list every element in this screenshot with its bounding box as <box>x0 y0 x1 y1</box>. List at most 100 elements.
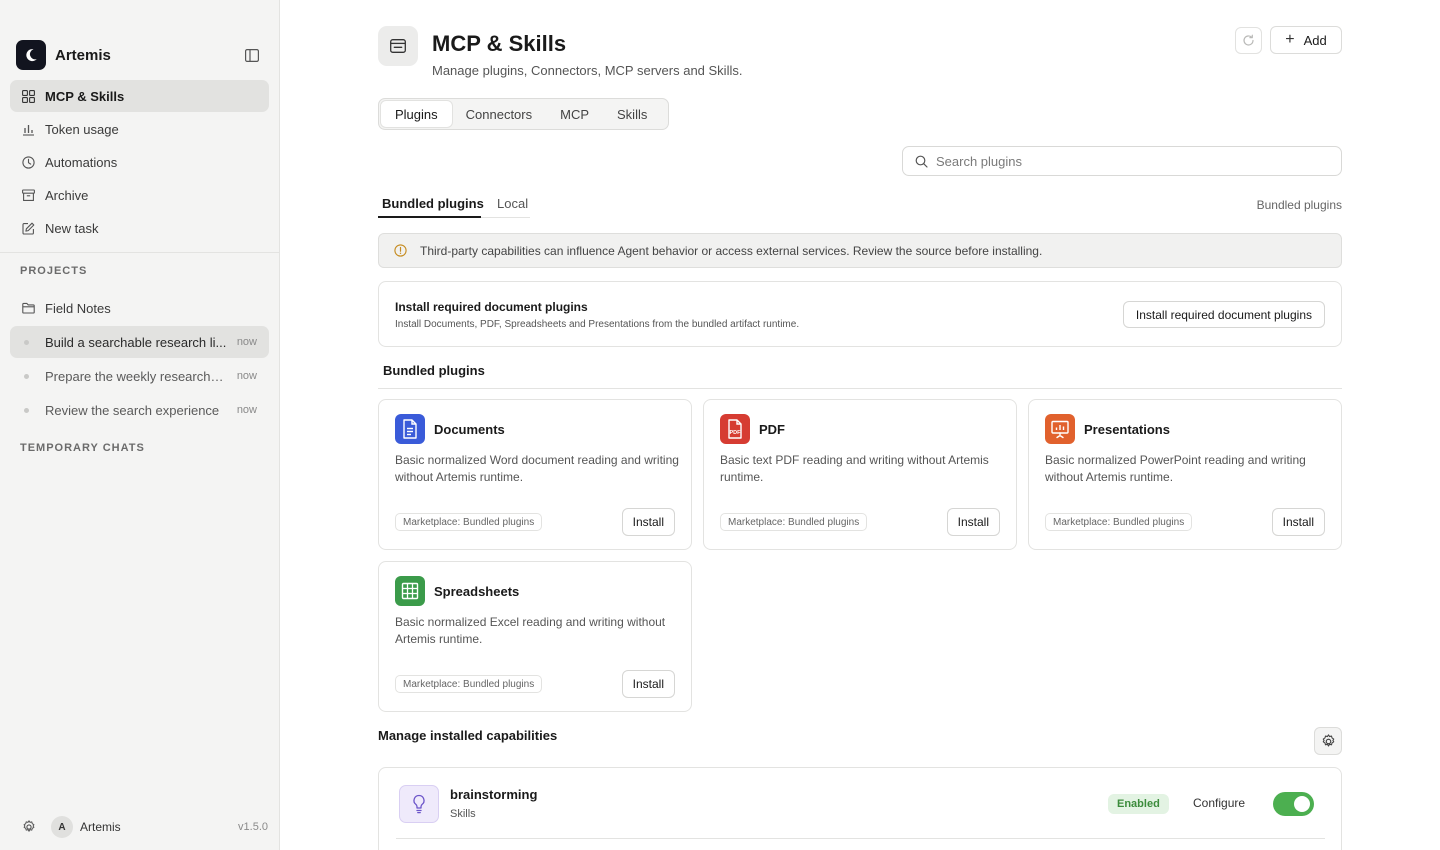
plugin-description: Basic normalized Excel reading and writi… <box>395 615 666 646</box>
plugin-name: PDF <box>759 422 785 437</box>
plus-icon: + <box>1285 31 1295 48</box>
sidebar-item-label: Automations <box>45 154 118 170</box>
sidebar-item-token-usage[interactable]: Token usage <box>10 113 269 145</box>
chat-dot <box>24 373 29 379</box>
toggle-knob <box>1294 796 1310 812</box>
brand-name: Artemis <box>55 46 111 64</box>
sidebar-item-automations[interactable]: Automations <box>10 146 269 178</box>
install-button[interactable]: Install <box>621 508 675 536</box>
sidebar-divider <box>0 252 279 253</box>
chat-title: Prepare the weekly research b... <box>45 368 227 384</box>
status-badge: Enabled <box>1108 794 1169 814</box>
search-icon <box>915 155 928 168</box>
installed-capabilities-list: brainstorming Skills Enabled Configure <box>378 767 1342 850</box>
marketplace-badge: Marketplace: Bundled plugins <box>720 513 868 531</box>
add-button-label: Add <box>1303 32 1327 48</box>
chat-item[interactable]: Prepare the weekly research b... now <box>10 360 269 392</box>
sidebar-toggle-icon[interactable] <box>244 47 260 63</box>
presentation-icon <box>1045 414 1075 444</box>
install-button[interactable]: Install <box>621 670 675 698</box>
user-name[interactable]: Artemis <box>80 820 121 834</box>
sidebar-item-new-task[interactable]: New task <box>10 212 269 244</box>
settings-gear-icon[interactable] <box>22 820 36 834</box>
projects-label: PROJECTS <box>20 265 88 277</box>
archive-icon <box>21 188 35 202</box>
chat-time: now <box>236 404 257 416</box>
grid-icon <box>21 89 35 103</box>
clock-icon <box>21 155 35 169</box>
tab-mcp[interactable]: MCP <box>546 101 603 127</box>
spreadsheet-icon <box>395 576 425 606</box>
section-tabs: Plugins Connectors MCP Skills <box>378 98 669 130</box>
refresh-icon <box>1242 34 1255 47</box>
project-field-notes[interactable]: Field Notes <box>10 295 269 321</box>
marketplace-badge: Marketplace: Bundled plugins <box>395 513 543 531</box>
plugin-description: Basic text PDF reading and writing witho… <box>720 453 989 484</box>
sidebar-item-label: Archive <box>45 187 89 203</box>
gear-icon <box>1321 733 1336 749</box>
plugin-card-pdf: PDF PDF Basic text PDF reading and writi… <box>703 399 1017 550</box>
chat-time: now <box>236 336 257 348</box>
info-icon <box>393 244 407 258</box>
moon-icon <box>16 40 46 70</box>
sidebar-footer: A Artemis v1.5.0 <box>0 814 279 840</box>
plugin-description: Basic normalized Word document reading a… <box>395 453 679 484</box>
required-title: Install required document plugins <box>395 300 588 314</box>
tab-skills[interactable]: Skills <box>603 101 661 127</box>
source-subtabs: Bundled plugins Local <box>378 192 530 218</box>
sidebar-item-mcp-skills[interactable]: MCP & Skills <box>10 80 269 112</box>
sidebar-nav: MCP & Skills Token usage Automations Arc… <box>10 80 269 245</box>
configure-button[interactable]: Configure <box>1193 796 1245 810</box>
chat-time: now <box>236 370 257 382</box>
add-button[interactable]: + Add <box>1270 26 1342 54</box>
sidebar: Artemis MCP & Skills Token usage Automat… <box>0 0 280 850</box>
bar-chart-icon <box>21 122 35 136</box>
capability-kind: Skills <box>450 808 476 820</box>
chat-title: Build a searchable research li... <box>45 334 227 350</box>
marketplace-badge: Marketplace: Bundled plugins <box>395 675 543 693</box>
tab-plugins[interactable]: Plugins <box>381 101 452 127</box>
sidebar-item-archive[interactable]: Archive <box>10 179 269 211</box>
plugin-name: Documents <box>434 422 505 437</box>
install-required-button[interactable]: Install required document plugins <box>1122 301 1325 328</box>
manage-settings-button[interactable] <box>1314 727 1342 755</box>
install-button[interactable]: Install <box>946 508 1000 536</box>
chat-item[interactable]: Build a searchable research li... now <box>10 326 269 358</box>
list-divider <box>396 838 1325 839</box>
page-subtitle: Manage plugins, Connectors, MCP servers … <box>432 63 743 78</box>
avatar[interactable]: A <box>51 816 73 838</box>
folder-icon <box>21 301 35 315</box>
search-input[interactable] <box>936 153 1316 169</box>
marketplace-badge: Marketplace: Bundled plugins <box>1045 513 1193 531</box>
search-box <box>902 146 1342 176</box>
subtab-local[interactable]: Local <box>497 196 528 211</box>
plugin-card-documents: Documents Basic normalized Word document… <box>378 399 692 550</box>
sidebar-item-label: Token usage <box>45 121 119 137</box>
pdf-icon: PDF <box>720 414 750 444</box>
bundled-plugins-title: Bundled plugins <box>383 363 485 378</box>
sidebar-item-label: MCP & Skills <box>45 88 125 104</box>
subtab-bundled-plugins[interactable]: Bundled plugins <box>382 196 484 211</box>
chat-dot <box>24 339 29 345</box>
project-label: Field Notes <box>45 300 111 316</box>
page-icon <box>378 26 418 66</box>
warning-text: Third-party capabilities can influence A… <box>420 243 1043 258</box>
capability-name: brainstorming <box>450 787 538 802</box>
marketplace-label: Bundled plugins <box>1256 198 1342 212</box>
required-plugins-card: Install required document plugins Instal… <box>378 281 1342 347</box>
chat-item[interactable]: Review the search experience now <box>10 394 269 426</box>
plugin-description: Basic normalized PowerPoint reading and … <box>1045 453 1306 484</box>
brand[interactable]: Artemis <box>16 40 111 70</box>
manage-installed-title: Manage installed capabilities <box>378 728 558 743</box>
required-description: Install Documents, PDF, Spreadsheets and… <box>395 319 800 330</box>
enable-toggle[interactable] <box>1273 792 1314 816</box>
page-title: MCP & Skills <box>432 31 567 56</box>
chat-title: Review the search experience <box>45 402 220 418</box>
svg-text:PDF: PDF <box>730 430 742 436</box>
chat-dot <box>24 407 29 413</box>
edit-icon <box>21 221 35 235</box>
tab-connectors[interactable]: Connectors <box>452 101 546 127</box>
refresh-button[interactable] <box>1235 27 1262 54</box>
install-button[interactable]: Install <box>1271 508 1325 536</box>
warning-banner: Third-party capabilities can influence A… <box>378 233 1342 268</box>
